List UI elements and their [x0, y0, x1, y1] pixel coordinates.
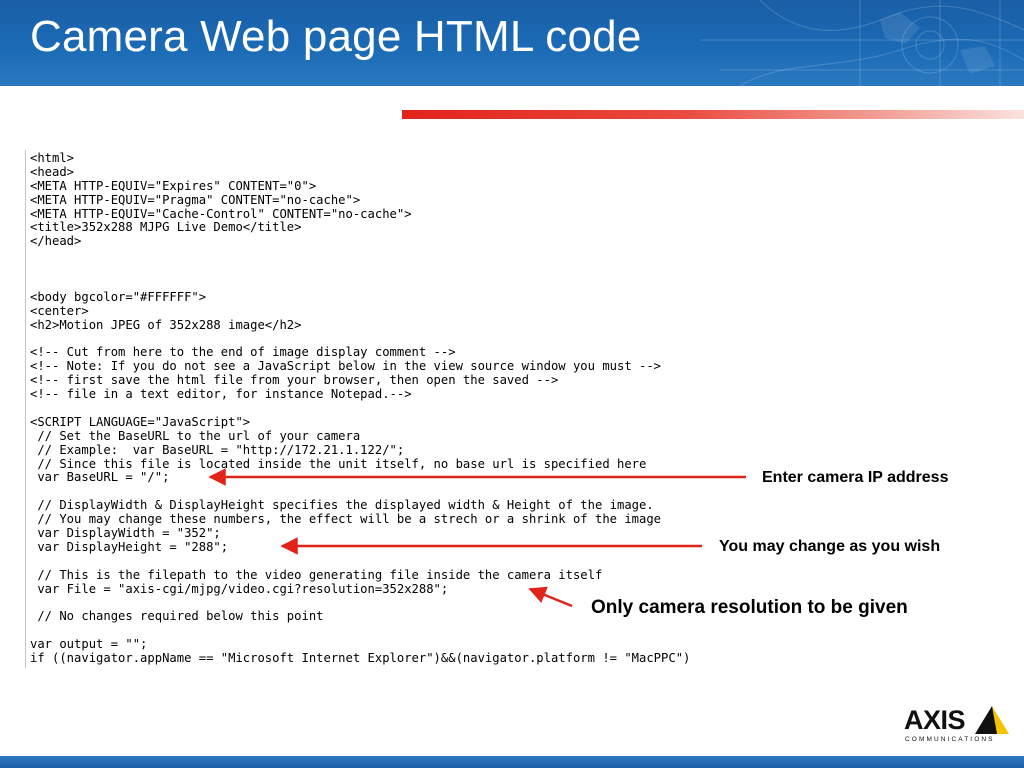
logo-triangle-icon — [975, 706, 1009, 734]
slide-footer-bar — [0, 756, 1024, 768]
axis-logo: AXIS COMMUNICATIONS — [904, 705, 1010, 745]
annotation-ip: Enter camera IP address — [762, 469, 949, 486]
arrow-resolution — [528, 586, 573, 608]
annotation-resolution: Only camera resolution to be given — [591, 597, 908, 618]
annotation-arrows — [208, 468, 746, 608]
logo-tagline: COMMUNICATIONS — [905, 736, 995, 743]
logo-wordmark: AXIS — [904, 705, 966, 735]
annotation-size: You may change as you wish — [719, 538, 941, 555]
